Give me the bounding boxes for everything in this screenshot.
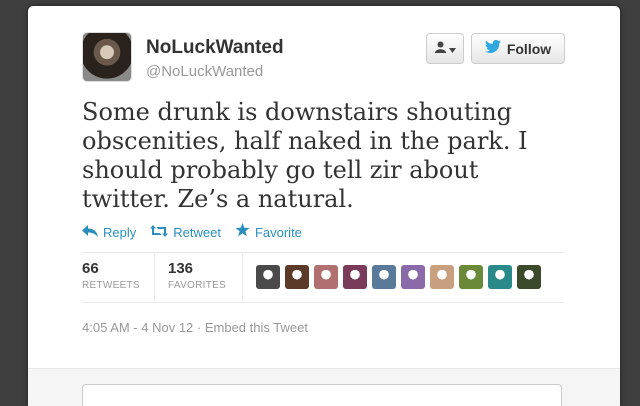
follow-label: Follow bbox=[506, 40, 552, 57]
tweet-meta: 4:05 AM - 4 Nov 12 · Embed this Tweet bbox=[82, 320, 308, 335]
display-name[interactable]: NoLuckWanted bbox=[146, 37, 284, 59]
retweet-label: Retweet bbox=[173, 224, 221, 240]
person-icon bbox=[434, 41, 446, 56]
user-handle[interactable]: @NoLuckWanted bbox=[146, 63, 263, 80]
stat-divider bbox=[154, 254, 155, 302]
star-icon bbox=[235, 223, 250, 241]
divider bbox=[82, 302, 564, 303]
favorites-count: 136 bbox=[168, 260, 194, 277]
follow-button[interactable]: Follow bbox=[471, 33, 565, 64]
caret-down-icon bbox=[448, 41, 456, 56]
favorite-label: Favorite bbox=[254, 224, 302, 240]
tweet-text: Some drunk is downstairs shouting obscen… bbox=[82, 98, 528, 213]
favoriter-avatar[interactable] bbox=[401, 265, 425, 289]
favoriter-avatar[interactable] bbox=[314, 265, 338, 289]
reply-action[interactable]: Reply bbox=[82, 223, 136, 241]
favorite-action[interactable]: Favorite bbox=[235, 223, 302, 241]
stat-divider bbox=[242, 254, 243, 302]
twitter-bird-icon bbox=[484, 39, 501, 57]
favoriter-avatar[interactable] bbox=[517, 265, 541, 289]
reply-input[interactable] bbox=[82, 384, 562, 406]
retweets-count: 66 bbox=[82, 260, 99, 277]
favoriter-avatar[interactable] bbox=[372, 265, 396, 289]
timestamp[interactable]: 4:05 AM - 4 Nov 12 bbox=[82, 320, 193, 335]
meta-separator: · bbox=[193, 320, 205, 335]
reply-label: Reply bbox=[103, 224, 137, 240]
favorites-stat[interactable]: 136 FAVORITES bbox=[168, 260, 226, 291]
embed-link[interactable]: Embed this Tweet bbox=[205, 320, 308, 335]
user-actions-dropdown[interactable] bbox=[426, 33, 464, 64]
favoriter-avatar[interactable] bbox=[430, 265, 454, 289]
favoriter-avatar[interactable] bbox=[285, 265, 309, 289]
divider bbox=[82, 252, 564, 253]
favoriters-avatars bbox=[256, 265, 541, 289]
retweet-icon bbox=[150, 224, 169, 241]
retweet-action[interactable]: Retweet bbox=[150, 223, 221, 241]
avatar[interactable] bbox=[82, 32, 132, 82]
tweet-card: NoLuckWanted @NoLuckWanted Follow Some d… bbox=[28, 6, 620, 406]
reply-icon bbox=[82, 224, 98, 241]
favoriter-avatar[interactable] bbox=[459, 265, 483, 289]
retweets-stat[interactable]: 66 RETWEETS bbox=[82, 260, 140, 291]
favoriter-avatar[interactable] bbox=[488, 265, 512, 289]
favoriter-avatar[interactable] bbox=[343, 265, 367, 289]
favorites-label: FAVORITES bbox=[168, 280, 227, 291]
favoriter-avatar[interactable] bbox=[256, 265, 280, 289]
retweets-label: RETWEETS bbox=[82, 280, 140, 291]
tweet-actions: Reply Retweet Favorite bbox=[82, 223, 302, 241]
